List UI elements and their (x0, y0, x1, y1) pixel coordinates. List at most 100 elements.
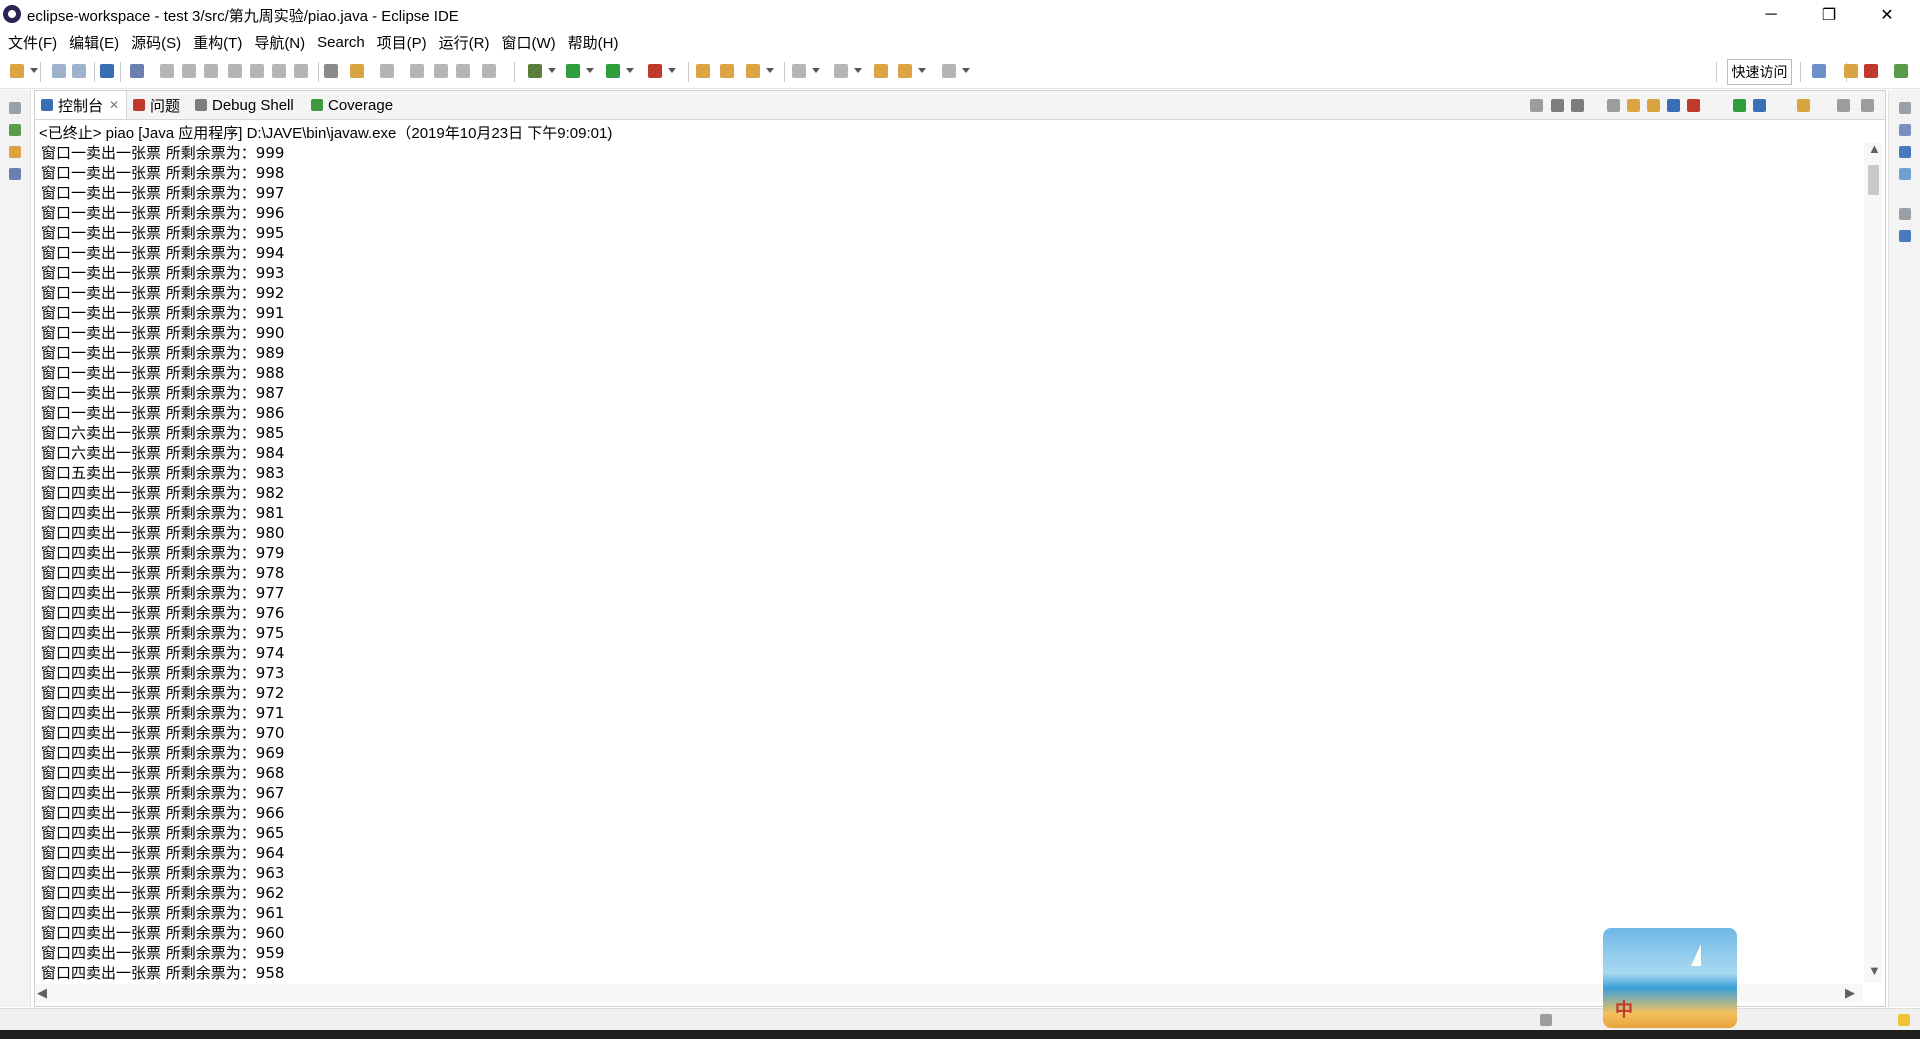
java-perspective-icon[interactable] (1844, 64, 1858, 78)
prev-edit-icon[interactable] (834, 64, 848, 78)
save-all-icon[interactable] (72, 64, 86, 78)
tip-lightbulb-icon[interactable] (1898, 1014, 1910, 1026)
use-step-filters-icon[interactable] (350, 64, 364, 78)
menu-item[interactable]: 源码(S) (125, 32, 187, 53)
restore-icon[interactable] (1899, 208, 1911, 220)
terminal-icon[interactable] (100, 64, 114, 78)
menu-item[interactable]: Search (311, 34, 371, 51)
scroll-up-icon[interactable]: ▲ (1868, 141, 1881, 156)
restore-icon[interactable] (9, 102, 21, 114)
horizontal-scrollbar[interactable]: ◀ ▶ (35, 984, 1863, 1002)
menu-item[interactable]: 帮助(H) (562, 32, 625, 53)
tab-console[interactable]: 控制台 ✕ (35, 91, 127, 119)
menu-item[interactable]: 项目(P) (371, 32, 433, 53)
ime-toolbar[interactable]: 中 (1603, 928, 1737, 1028)
dropdown-arrow-icon[interactable] (548, 68, 556, 73)
ime-mode-label[interactable]: 中 (1615, 996, 1633, 1022)
word-wrap-icon[interactable] (1647, 99, 1660, 112)
progress-icon[interactable] (1540, 1014, 1552, 1026)
menu-item[interactable]: 窗口(W) (496, 32, 562, 53)
debug-icon[interactable] (528, 64, 542, 78)
run-icon[interactable] (566, 64, 580, 78)
maximize-view-icon[interactable] (1861, 99, 1874, 112)
dropdown-arrow-icon[interactable] (766, 68, 774, 73)
next-edit-icon[interactable] (792, 64, 806, 78)
show-on-output-icon[interactable] (1667, 99, 1680, 112)
remove-launch-icon[interactable] (1551, 99, 1564, 112)
terminate-icon[interactable] (204, 64, 218, 78)
next-annotation-icon[interactable] (410, 64, 424, 78)
java-ee-perspective-icon[interactable] (1864, 64, 1878, 78)
dropdown-arrow-icon[interactable] (626, 68, 634, 73)
dropdown-arrow-icon[interactable] (668, 68, 676, 73)
hierarchy-icon[interactable] (9, 168, 21, 180)
remove-all-terminated-icon[interactable] (1571, 99, 1584, 112)
dropdown-arrow-icon[interactable] (918, 68, 926, 73)
console-line: 窗口一卖出一张票 所剩余票为：986 (41, 404, 285, 422)
dropdown-arrow-icon[interactable] (30, 68, 38, 73)
restore-icon[interactable] (1899, 102, 1911, 114)
new-java-project-icon[interactable] (696, 64, 710, 78)
menu-item[interactable]: 运行(R) (433, 32, 496, 53)
dropdown-arrow-icon[interactable] (962, 68, 970, 73)
drop-frame-icon[interactable] (324, 64, 338, 78)
skip-breakpoints-icon[interactable] (130, 64, 144, 78)
back-history-icon[interactable] (898, 64, 912, 78)
clear-console-icon[interactable] (1607, 99, 1620, 112)
dropdown-arrow-icon[interactable] (854, 68, 862, 73)
tab-debug-shell[interactable]: Debug Shell (195, 91, 294, 119)
scroll-thumb[interactable] (1868, 165, 1879, 195)
menu-item[interactable]: 导航(N) (248, 32, 311, 53)
toggle-mark-icon[interactable] (380, 64, 394, 78)
outline-icon[interactable] (1899, 230, 1911, 242)
open-perspective-icon[interactable] (1812, 64, 1826, 78)
step-return-icon[interactable] (294, 64, 308, 78)
breakpoints-icon[interactable] (1899, 146, 1911, 158)
resume-icon[interactable] (160, 64, 174, 78)
dropdown-arrow-icon[interactable] (812, 68, 820, 73)
display-console-icon[interactable] (1753, 99, 1766, 112)
scroll-down-icon[interactable]: ▼ (1868, 963, 1881, 978)
back-icon[interactable] (874, 64, 888, 78)
close-tab-icon[interactable]: ✕ (109, 98, 119, 112)
scroll-left-icon[interactable]: ◀ (37, 985, 47, 1001)
scroll-right-icon[interactable]: ▶ (1845, 985, 1855, 1001)
forward-icon[interactable] (942, 64, 956, 78)
external-tools-icon[interactable] (648, 64, 662, 78)
debug-perspective-icon[interactable] (1894, 64, 1908, 78)
step-into-icon[interactable] (250, 64, 264, 78)
scroll-lock-icon[interactable] (1627, 99, 1640, 112)
disconnect-icon[interactable] (228, 64, 242, 78)
maximize-button[interactable]: ❐ (1806, 0, 1852, 30)
minimize-button[interactable]: ─ (1748, 0, 1794, 30)
suspend-icon[interactable] (182, 64, 196, 78)
tab-problems[interactable]: 问题 (133, 91, 180, 119)
package-explorer-icon[interactable] (9, 146, 21, 158)
open-console-icon[interactable] (1797, 99, 1810, 112)
coverage-run-icon[interactable] (606, 64, 620, 78)
expressions-icon[interactable] (1899, 168, 1911, 180)
menu-item[interactable]: 编辑(E) (63, 32, 125, 53)
block-selection-icon[interactable] (456, 64, 470, 78)
search-icon[interactable] (746, 64, 760, 78)
new-icon[interactable] (10, 64, 24, 78)
minimize-view-icon[interactable] (1837, 99, 1850, 112)
debug-view-icon[interactable] (9, 124, 21, 136)
vertical-scrollbar[interactable]: ▲ ▼ (1864, 141, 1882, 983)
dropdown-arrow-icon[interactable] (586, 68, 594, 73)
menu-item[interactable]: 文件(F) (2, 32, 63, 53)
prev-annotation-icon[interactable] (434, 64, 448, 78)
tab-coverage[interactable]: Coverage (311, 91, 393, 119)
save-icon[interactable] (52, 64, 66, 78)
open-type-icon[interactable] (720, 64, 734, 78)
terminate-console-icon[interactable] (1530, 99, 1543, 112)
quick-access-field[interactable]: 快速访问 (1727, 59, 1792, 85)
show-on-error-icon[interactable] (1687, 99, 1700, 112)
step-over-icon[interactable] (272, 64, 286, 78)
close-window-button[interactable]: ✕ (1864, 0, 1910, 30)
console-output[interactable]: 窗口一卖出一张票 所剩余票为：999 窗口一卖出一张票 所剩余票为：998 窗口一卖… (41, 143, 1861, 981)
menu-item[interactable]: 重构(T) (187, 32, 248, 53)
show-whitespace-icon[interactable] (482, 64, 496, 78)
pin-console-icon[interactable] (1733, 99, 1746, 112)
variables-icon[interactable] (1899, 124, 1911, 136)
